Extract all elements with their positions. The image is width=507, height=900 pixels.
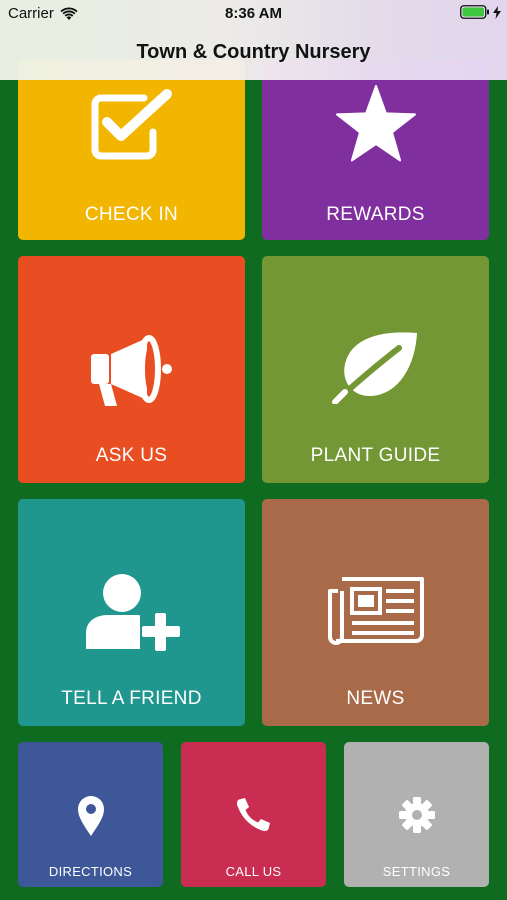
star-icon: [335, 85, 416, 162]
tell-a-friend-tile[interactable]: TELL A FRIEND: [18, 499, 245, 726]
newspaper-icon: [327, 577, 424, 645]
check-in-label: CHECK IN: [84, 204, 179, 225]
directions-tile[interactable]: DIRECTIONS: [18, 742, 163, 887]
gear-icon: [398, 797, 435, 833]
add-user-icon: [85, 574, 182, 651]
settings-label: SETTINGS: [382, 864, 451, 879]
ask-us-label: ASK US: [95, 445, 168, 466]
rewards-label: REWARDS: [326, 204, 425, 225]
plant-guide-tile[interactable]: PLANT GUIDE: [262, 256, 489, 483]
battery-indicator: [460, 5, 501, 19]
map-pin-icon: [77, 796, 104, 836]
settings-tile[interactable]: SETTINGS: [344, 742, 489, 887]
phone-icon: [236, 798, 270, 831]
charging-bolt-icon: [493, 5, 501, 19]
call-us-tile[interactable]: CALL US: [181, 742, 326, 887]
status-bar: Carrier 8:36 AM: [0, 0, 507, 28]
news-label: NEWS: [346, 688, 405, 709]
tell-a-friend-label: TELL A FRIEND: [61, 688, 202, 709]
check-in-tile[interactable]: CHECK IN: [18, 60, 245, 240]
directions-label: DIRECTIONS: [48, 864, 133, 879]
page-title: Town & Country Nursery: [136, 41, 371, 63]
rewards-tile[interactable]: REWARDS: [262, 60, 489, 240]
megaphone-icon: [90, 335, 172, 406]
ask-us-tile[interactable]: ASK US: [18, 256, 245, 483]
checkbox-icon: [91, 89, 172, 160]
news-tile[interactable]: NEWS: [262, 499, 489, 726]
plant-guide-label: PLANT GUIDE: [310, 445, 441, 466]
battery-icon: [460, 5, 489, 19]
clock: 8:36 AM: [225, 5, 282, 22]
call-us-label: CALL US: [225, 864, 282, 879]
leaf-icon: [331, 332, 417, 404]
